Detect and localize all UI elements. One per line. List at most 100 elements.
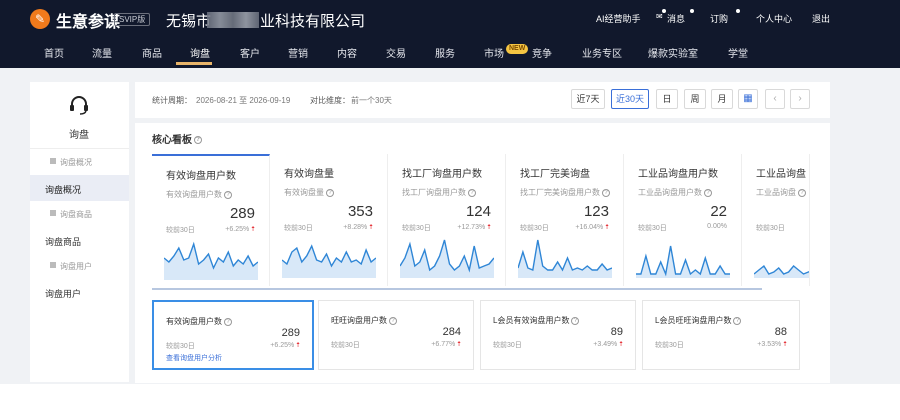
nav-business-zone[interactable]: 业务专区 [582, 45, 622, 60]
chevron-left-icon[interactable]: ‹ [765, 89, 785, 109]
metric-card[interactable]: 有效询盘量 有效询盘量? 353 较前30日 +8.28% 🠅 [270, 154, 388, 286]
nav-customer[interactable]: 客户 [240, 45, 260, 60]
metric-card-subtitle-text: 工业品询盘 [756, 188, 796, 197]
nav-inquiry[interactable]: 询盘 [190, 45, 210, 60]
metric-card-subtitle-text: 有效询盘量 [284, 188, 324, 197]
cards-scrollbar[interactable] [152, 288, 762, 290]
view-user-analysis-link[interactable]: 查看询盘用户分析 [166, 353, 222, 363]
nav-traffic[interactable]: 流量 [92, 45, 112, 60]
metric-card[interactable]: 找工厂询盘用户数 找工厂询盘用户数? 124 较前30日 +12.73% 🠅 [388, 154, 506, 286]
compare-label: 对比维度： [310, 96, 350, 105]
sparkline-line [518, 239, 612, 272]
nav-trade[interactable]: 交易 [386, 45, 406, 60]
sidebar-item-product[interactable]: 询盘商品 [45, 235, 81, 248]
sidebar-item-overview[interactable]: 询盘概况 [45, 183, 81, 196]
message-link[interactable]: 消息 [667, 12, 685, 25]
help-icon[interactable]: ? [224, 190, 232, 199]
sub-metric-percent: +3.53% 🠅 [757, 340, 787, 351]
metric-card-subtitle: 有效询盘用户数? [166, 189, 232, 200]
sub-metric-percent: +6.25% 🠅 [270, 341, 300, 352]
metric-card-value: 353 [347, 203, 373, 220]
sidebar-sub-label: 询盘商品 [60, 210, 92, 219]
metric-card[interactable]: 找工厂完美询盘 找工厂完美询盘用户数? 123 较前30日 +16.04% 🠅 [506, 154, 624, 286]
metric-card-percent: 0.00% [707, 223, 727, 230]
nav-competition[interactable]: 竞争 [532, 45, 552, 60]
sidebar-sub-label: 询盘用户 [60, 262, 92, 271]
sub-metric-value: 89 [610, 326, 623, 338]
nav-hot-lab[interactable]: 爆款实验室 [648, 45, 698, 60]
help-icon[interactable]: ? [704, 188, 712, 197]
help-icon[interactable]: ? [468, 188, 476, 197]
range-7d-button[interactable]: 近7天 [571, 89, 605, 109]
metric-card[interactable]: 工业品询盘用户数 工业品询盘用户数? 22 较前30日 0.00% [624, 154, 742, 286]
sub-metric-card[interactable]: L会员旺旺询盘用户数? 88 较前30日 +3.53% 🠅 [642, 300, 800, 370]
sidebar-sub-product: 询盘商品 [50, 209, 92, 220]
message-dot [690, 9, 694, 13]
range-week-button[interactable]: 周 [684, 89, 706, 109]
sub-metric-title-text: L会员旺旺询盘用户数 [655, 316, 732, 325]
sub-metric-card[interactable]: 旺旺询盘用户数? 284 较前30日 +6.77% 🠅 [318, 300, 474, 370]
sidebar-item-user[interactable]: 询盘用户 [45, 287, 81, 300]
range-day-button[interactable]: 日 [656, 89, 678, 109]
metric-card-subtitle: 找工厂询盘用户数? [402, 187, 476, 198]
order-dot [736, 9, 740, 13]
range-month-button[interactable]: 月 [711, 89, 733, 109]
help-icon[interactable]: ? [571, 316, 580, 325]
metric-card-subtitle-text: 有效询盘用户数 [166, 190, 222, 199]
metric-card-percent: +16.04% 🠅 [575, 223, 609, 234]
message-icon[interactable]: ✉ [656, 12, 663, 21]
help-icon[interactable]: ? [326, 188, 334, 197]
metric-card[interactable]: 工业品询盘 工业品询盘? 较前30日 [742, 154, 810, 286]
profile-link[interactable]: 个人中心 [756, 12, 792, 25]
sparkline-chart [400, 239, 494, 278]
metric-card-title: 工业品询盘 [756, 169, 806, 180]
nav-product[interactable]: 商品 [142, 45, 162, 60]
compare-value: 前一个30天 [351, 96, 392, 105]
chevron-right-icon[interactable]: › [790, 89, 810, 109]
brand-name[interactable]: 生意参谋 [56, 8, 120, 32]
help-icon[interactable]: ? [798, 188, 806, 197]
nav-academy[interactable]: 学堂 [728, 45, 748, 60]
sub-metric-compare: 较前30日 [331, 342, 360, 349]
nav-market[interactable]: 市场 [484, 45, 504, 60]
nav-content[interactable]: 内容 [337, 45, 357, 60]
period-value: 2026-08-21 至 2026-09-19 [196, 96, 291, 105]
metric-card-value: 289 [229, 205, 255, 222]
sub-metric-card[interactable]: 有效询盘用户数? 289 较前30日 +6.25% 🠅 查看询盘用户分析 [152, 300, 314, 370]
sub-metric-card[interactable]: L会员有效询盘用户数? 89 较前30日 +3.49% 🠅 [480, 300, 636, 370]
logout-link[interactable]: 退出 [812, 12, 830, 25]
help-icon[interactable]: ? [602, 188, 610, 197]
nav-home[interactable]: 首页 [44, 45, 64, 60]
up-arrow-icon: 🠅 [251, 226, 255, 233]
sub-metric-compare: 较前30日 [655, 342, 684, 349]
help-icon[interactable]: ? [389, 316, 397, 325]
sparkline-chart [754, 264, 809, 278]
metric-card[interactable]: 有效询盘用户数 有效询盘用户数? 289 较前30日 +6.25% 🠅 [152, 154, 270, 286]
metric-card-percent-text: +16.04% [575, 224, 604, 231]
sub-metric-percent: +3.49% 🠅 [593, 340, 623, 351]
metric-card-title: 找工厂完美询盘 [520, 169, 590, 180]
ai-assistant-link[interactable]: AI经营助手 [596, 12, 641, 25]
help-icon[interactable]: ? [194, 136, 202, 145]
metric-card-percent-text: 0.00% [707, 223, 727, 230]
calendar-icon[interactable]: ▦ [738, 89, 758, 109]
help-icon[interactable]: ? [224, 317, 232, 326]
up-arrow-icon: 🠅 [619, 341, 623, 348]
metric-card-subtitle: 工业品询盘用户数? [638, 187, 712, 198]
metric-card-value: 123 [583, 203, 609, 220]
logo-icon[interactable]: ✎ [30, 9, 50, 29]
metric-card-compare: 较前30日 [166, 227, 195, 234]
metric-card-percent-text: +6.25% [225, 226, 250, 233]
sub-metric-title: 旺旺询盘用户数? [331, 315, 397, 326]
help-icon[interactable]: ? [733, 316, 742, 325]
nav-service[interactable]: 服务 [435, 45, 455, 60]
nav-active-underline [176, 62, 212, 65]
range-30d-button[interactable]: 近30天 [611, 89, 649, 109]
metric-card-title: 工业品询盘用户数 [638, 169, 718, 180]
order-link[interactable]: 订购 [710, 12, 728, 25]
company-name-prefix: 无锡市 [166, 13, 212, 30]
nav-marketing[interactable]: 营销 [288, 45, 308, 60]
sparkline-chart [636, 245, 730, 278]
page-icon [50, 210, 56, 216]
sparkline-area [400, 240, 494, 278]
